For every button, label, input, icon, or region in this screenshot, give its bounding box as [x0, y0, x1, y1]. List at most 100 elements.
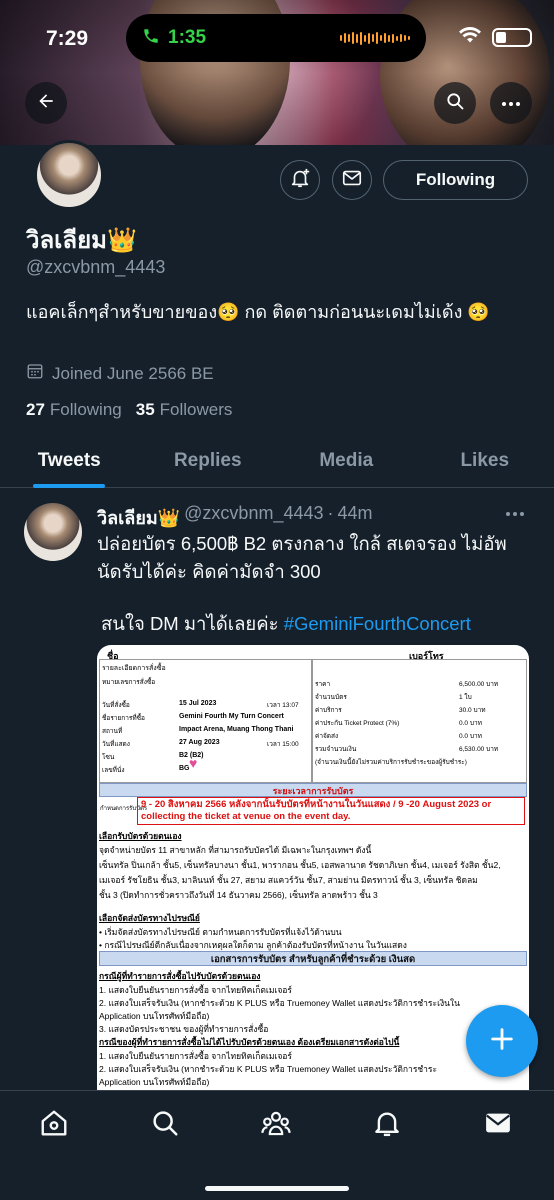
tweet-separator: ·: [327, 503, 334, 523]
ticket-text-line: Application บนโทรศัพท์มือถือ): [99, 1011, 210, 1021]
followers-link[interactable]: 35 Followers: [136, 400, 233, 420]
nav-communities[interactable]: [260, 1109, 292, 1141]
ticket-text-line: เซ็นทรัล ปิ่นเกล้า ชั้น5, เซ็นทรัลบางนา …: [99, 860, 501, 870]
profile-tabs: Tweets Replies Media Likes: [0, 440, 554, 488]
following-link[interactable]: 27 Following: [26, 400, 122, 420]
joined-date: Joined June 2566 BE: [26, 362, 214, 385]
ticket-case2-title: กรณีของผู้ที่ทำรายการสั่งซื้อไม่ได้ไปรับ…: [99, 1037, 400, 1047]
more-icon: [501, 94, 521, 112]
ticket-left-value: 27 Aug 2023: [179, 739, 220, 746]
more-options-button[interactable]: [490, 82, 532, 124]
ticket-right-key: ค่าประกัน Ticket Protect (7%): [315, 720, 400, 727]
tab-tweets[interactable]: Tweets: [0, 440, 139, 488]
nav-home[interactable]: [38, 1109, 70, 1141]
ticket-order-label: รายละเอียดการสั่งซื้อ: [102, 665, 166, 672]
ticket-text-line: จุดจำหน่ายบัตร 11 สาขาหลัก ที่สามารถรับบ…: [99, 845, 372, 855]
ticket-right-value: 1 ใบ: [459, 694, 472, 701]
nav-messages[interactable]: [482, 1109, 514, 1141]
mail-icon: [341, 167, 363, 194]
ticket-text-line: 3. แสดงบัตรประชาชน ของผู้ที่ทำรายการสั่ง…: [99, 1024, 269, 1034]
tab-media[interactable]: Media: [277, 440, 416, 487]
ticket-text-line: Application บนโทรศัพท์มือถือ): [99, 1077, 210, 1087]
ticket-right-key: ค่าบริการ: [315, 707, 342, 714]
home-icon: [39, 1108, 69, 1143]
tweet-hashtag[interactable]: #GeminiFourthConcert: [284, 613, 471, 634]
ticket-right-value: 30.0 บาท: [459, 707, 486, 714]
message-button[interactable]: [332, 160, 372, 200]
tweet-header: วิลเลียม👑 @zxcvbnm_4443 · 44m: [97, 503, 373, 532]
back-arrow-icon: [36, 91, 56, 116]
search-icon: [445, 91, 465, 116]
ticket-left-key: หมายเลขการสั่งซื้อ: [102, 679, 156, 686]
tab-likes[interactable]: Likes: [416, 440, 554, 487]
ticket-left-value: Gemini Fourth My Turn Concert: [179, 713, 284, 720]
bottom-navigation: [0, 1090, 554, 1200]
ticket-left-value-2: เวลา 13:07: [267, 702, 299, 709]
profile-avatar[interactable]: [34, 140, 104, 210]
ticket-left-key: เลขที่นั่ง: [102, 767, 125, 774]
battery-icon: [492, 28, 532, 47]
search-button[interactable]: [434, 82, 476, 124]
ticket-period-text: 9 - 20 สิงหาคม 2566 หลังจากนั้นรับบัตรที…: [137, 797, 525, 825]
ticket-left-key: วันที่สั่งซื้อ: [102, 702, 130, 709]
ticket-left-key: ชื่อรายการที่ซื้อ: [102, 715, 145, 722]
audio-wave-icon: [340, 31, 410, 45]
ticket-case1-title: กรณีผู้ที่ทำรายการสั่งซื้อไปรับบัตรด้วยต…: [99, 971, 261, 981]
profile-handle: @zxcvbnm_4443: [26, 257, 166, 277]
tweet-text: ปล่อยบัตร 6,500฿ B2 ตรงกลาง ใกล้ สเตจรอง…: [97, 533, 507, 582]
ticket-left-value: BG: [179, 765, 190, 772]
tweet-time: 44m: [337, 503, 373, 523]
ticket-self-pickup-title: เลือกรับบัตรด้วยตนเอง: [99, 831, 182, 841]
tweet-image-ticket[interactable]: ชื่อ เบอร์โทร รายละเอียดการสั่งซื้อ หมาย…: [97, 645, 529, 1100]
nav-search[interactable]: [149, 1109, 181, 1141]
ticket-text-line: • กรณีไปรษณีย์ตีกลับเนื่องจากเหตุผลใดก็ต…: [99, 940, 407, 950]
ticket-text-line: 2. แสดงใบเสร็จรับเงิน (หากชำระด้วย K PLU…: [99, 998, 460, 1008]
display-name: วิลเลียม👑: [26, 227, 137, 254]
tweet-more-icon[interactable]: [506, 512, 524, 516]
wifi-icon: [458, 26, 482, 49]
follow-counts: 27 Following 35 Followers: [26, 400, 232, 420]
profile-bio: แอคเล็กๆสำหรับขายของ🥺 กด ติดตามก่อนนะเดม…: [26, 302, 490, 322]
ticket-right-key: (จำนวนเงินนี้ยังไม่รวมค่าบริการรับชำระขอ…: [315, 759, 467, 766]
notifications-icon: [372, 1108, 402, 1143]
ticket-right-value: 0.0 บาท: [459, 733, 482, 740]
notify-button[interactable]: [280, 160, 320, 200]
ticket-text-line: • เริ่มจัดส่งบัตรทางไปรษณีย์ ตามกำหนดการ…: [99, 927, 342, 937]
home-indicator: [205, 1186, 349, 1191]
call-duration: 1:35: [168, 27, 207, 48]
ticket-right-key: ราคา: [315, 681, 331, 688]
ticket-period-title: ระยะเวลาการรับบัตร: [99, 783, 527, 797]
ticket-docs-title: เอกสารการรับบัตร สำหรับลูกค้าที่ชำระด้วย…: [99, 951, 527, 966]
tweet-avatar[interactable]: [24, 503, 82, 561]
calendar-icon: [26, 362, 44, 385]
following-button[interactable]: Following: [383, 160, 528, 200]
messages-icon: [483, 1108, 513, 1143]
ticket-right-key: จำนวนบัตร: [315, 694, 347, 701]
tweet-author[interactable]: วิลเลียม👑: [97, 503, 180, 532]
back-button[interactable]: [25, 82, 67, 124]
heart-sticker-icon: ♥: [189, 755, 198, 771]
ticket-text-line: เมเจอร์ รัชโยธิน ชั้น3, มาลินนท์ ชั้น 27…: [99, 875, 478, 885]
ticket-right-value: 6,530.00 บาท: [459, 746, 499, 753]
tweet-text-2: สนใจ DM มาได้เลยค่ะ #GeminiFourthConcert: [101, 613, 471, 634]
ticket-left-key: สถานที่: [102, 728, 123, 735]
ticket-left-value-2: เวลา 15:00: [267, 741, 299, 748]
status-time: 7:29: [46, 27, 89, 50]
bell-plus-icon: [289, 167, 311, 194]
tab-replies[interactable]: Replies: [139, 440, 278, 487]
ticket-text-line: 2. แสดงใบเสร็จรับเงิน (หากชำระด้วย K PLU…: [99, 1064, 438, 1074]
tweet-handle: @zxcvbnm_4443: [184, 503, 324, 523]
nav-notifications[interactable]: [371, 1109, 403, 1141]
compose-tweet-button[interactable]: [466, 1005, 538, 1077]
phone-icon: [142, 27, 160, 50]
ticket-left-key: โซน: [102, 754, 115, 761]
communities-icon: [260, 1108, 292, 1143]
ticket-right-value: 0.0 บาท: [459, 720, 482, 727]
ticket-text-line: 1. แสดงใบยืนยันรายการสั่งซื้อ จากไทยทิคเ…: [99, 1051, 292, 1061]
dynamic-island-call[interactable]: 1:35: [126, 14, 426, 62]
status-indicators: [458, 26, 532, 49]
ticket-text-line: ชั้น 3 (ปิดทำการชั่วคราวถึงวันที่ 14 ธัน…: [99, 890, 378, 900]
ticket-right-key: รวมจำนวนเงิน: [315, 746, 357, 753]
ticket-left-key: วันที่แสดง: [102, 741, 130, 748]
ticket-post-title: เลือกจัดส่งบัตรทางไปรษณีย์: [99, 913, 200, 923]
